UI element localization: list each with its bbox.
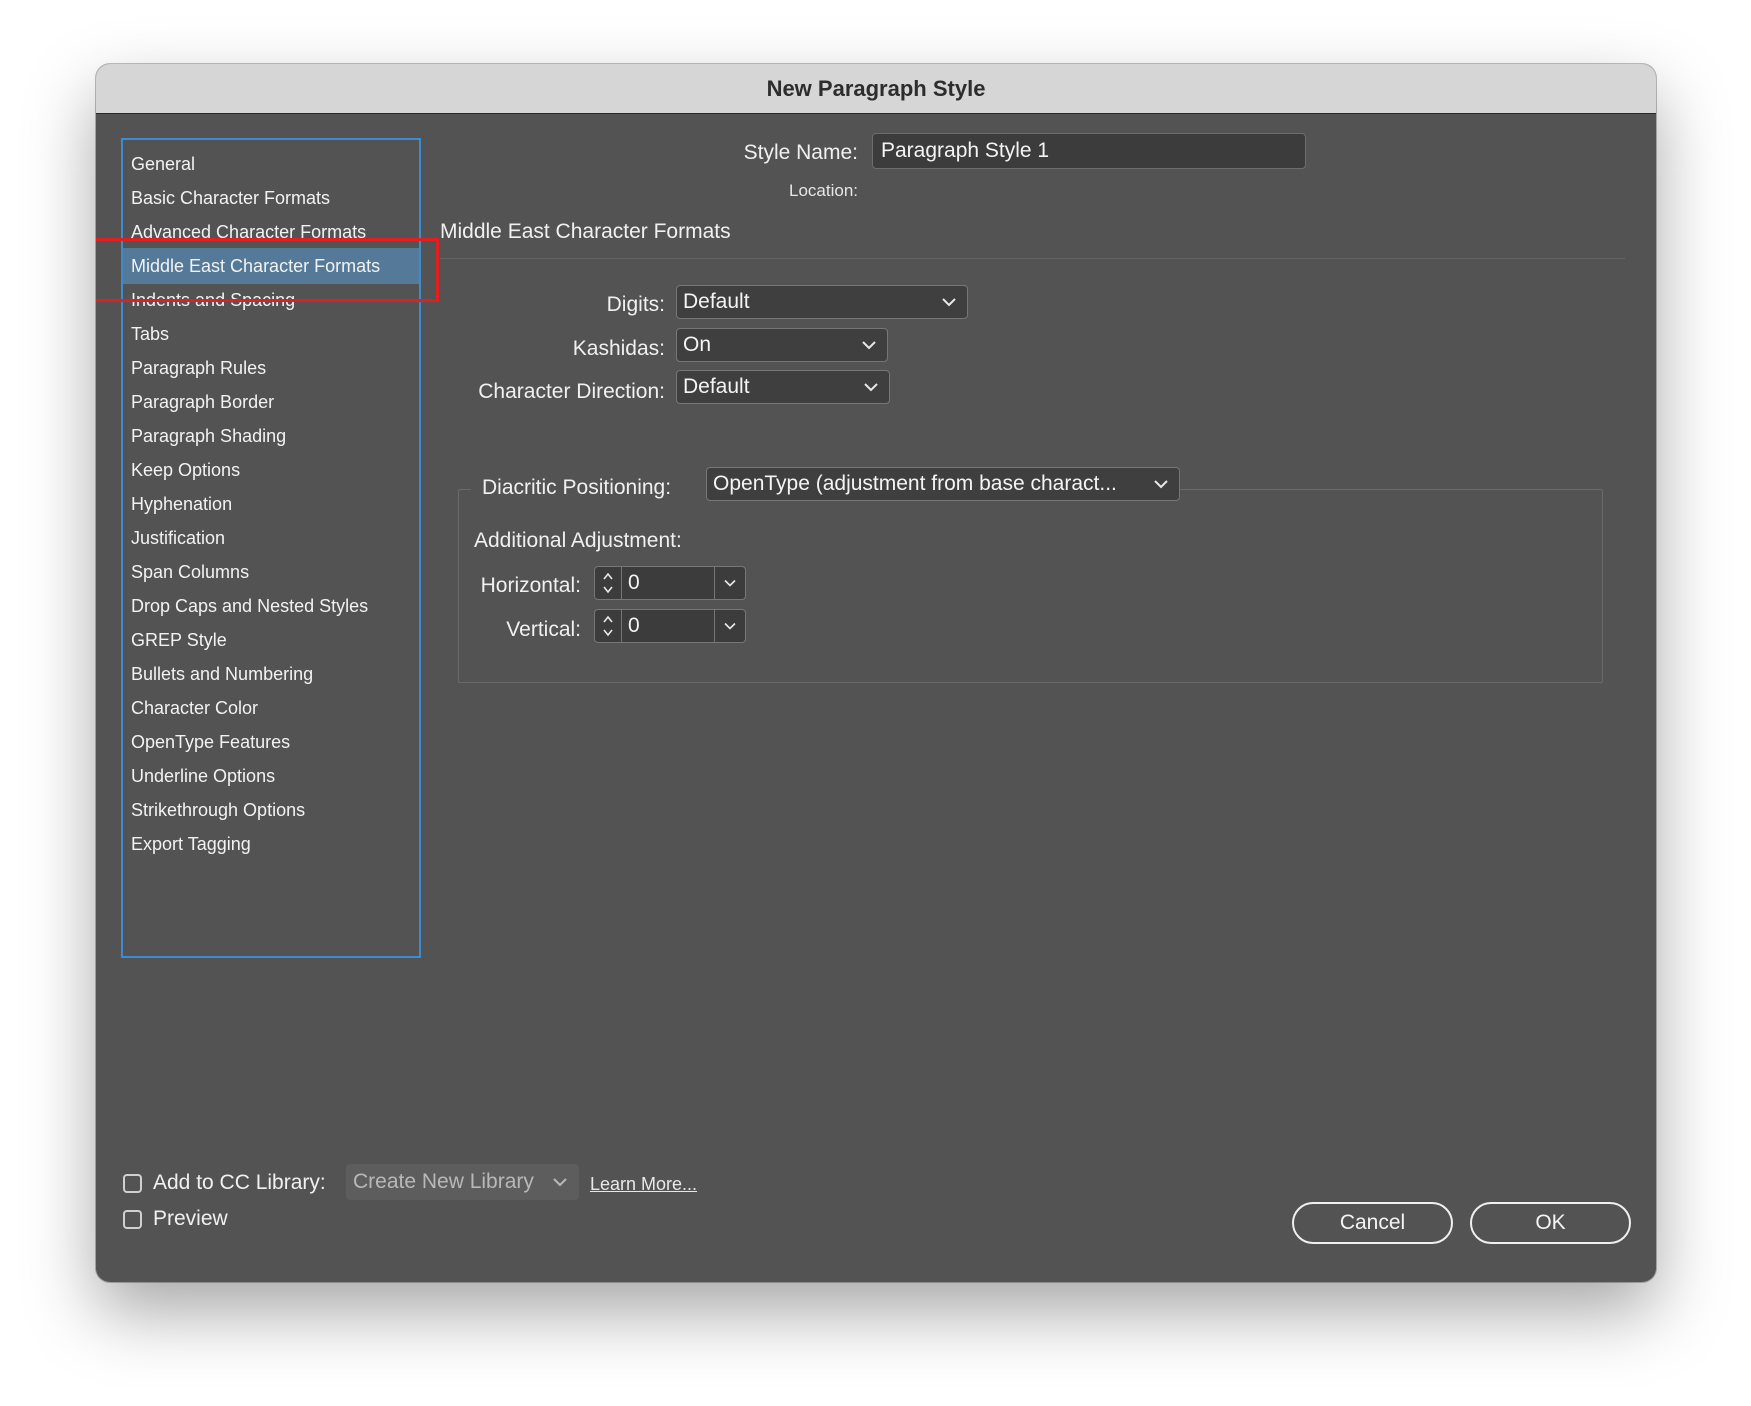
digits-dropdown[interactable]: Default (676, 285, 968, 319)
sidebar-item-grep-style[interactable]: GREP Style (123, 622, 419, 658)
stepper-arrows-icon[interactable] (595, 567, 622, 599)
kashidas-value: On (683, 333, 712, 356)
preview-label: Preview (153, 1207, 228, 1230)
diacritic-positioning-value: OpenType (adjustment from base charact..… (713, 472, 1117, 495)
location-label: Location: (789, 181, 858, 200)
sidebar-item-underline-options[interactable]: Underline Options (123, 758, 419, 794)
horizontal-value[interactable]: 0 (622, 567, 714, 599)
sidebar-item-general[interactable]: General (123, 146, 419, 182)
category-list: General Basic Character Formats Advanced… (121, 138, 421, 958)
sidebar-item-export-tagging[interactable]: Export Tagging (123, 826, 419, 862)
cancel-button[interactable]: Cancel (1292, 1202, 1453, 1244)
add-to-cc-library-checkbox[interactable] (123, 1174, 142, 1193)
sidebar-item-middle-east-character-formats[interactable]: Middle East Character Formats (123, 248, 419, 284)
chevron-down-icon (553, 1178, 567, 1187)
chevron-down-icon (1154, 480, 1168, 489)
preview-checkbox[interactable] (123, 1210, 142, 1229)
sidebar-item-justification[interactable]: Justification (123, 520, 419, 556)
sidebar-item-basic-character-formats[interactable]: Basic Character Formats (123, 180, 419, 216)
sidebar-item-opentype-features[interactable]: OpenType Features (123, 724, 419, 760)
section-title: Middle East Character Formats (440, 220, 731, 243)
sidebar-item-paragraph-border[interactable]: Paragraph Border (123, 384, 419, 420)
horizontal-label: Horizontal: (480, 574, 581, 597)
vertical-label: Vertical: (506, 618, 581, 641)
add-to-cc-library-label: Add to CC Library: (153, 1171, 326, 1194)
sidebar-item-drop-caps[interactable]: Drop Caps and Nested Styles (123, 588, 419, 624)
sidebar-item-keep-options[interactable]: Keep Options (123, 452, 419, 488)
sidebar-item-strikethrough-options[interactable]: Strikethrough Options (123, 792, 419, 828)
sidebar-item-hyphenation[interactable]: Hyphenation (123, 486, 419, 522)
chevron-down-icon (864, 383, 878, 392)
diacritic-positioning-dropdown[interactable]: OpenType (adjustment from base charact..… (706, 467, 1180, 501)
dialog-title: New Paragraph Style (96, 64, 1656, 114)
cc-library-dropdown[interactable]: Create New Library (346, 1164, 579, 1200)
dialog-window: New Paragraph Style General Basic Charac… (96, 64, 1656, 1282)
character-direction-value: Default (683, 375, 750, 398)
ok-button[interactable]: OK (1470, 1202, 1631, 1244)
kashidas-label: Kashidas: (572, 337, 665, 360)
kashidas-dropdown[interactable]: On (676, 328, 888, 362)
sidebar-item-indents-and-spacing[interactable]: Indents and Spacing (123, 282, 419, 318)
sidebar-item-advanced-character-formats[interactable]: Advanced Character Formats (123, 214, 419, 250)
chevron-down-icon (942, 298, 956, 307)
vertical-stepper[interactable]: 0 (594, 609, 746, 643)
vertical-value[interactable]: 0 (622, 610, 714, 642)
cc-library-value: Create New Library (353, 1170, 534, 1193)
chevron-down-icon (862, 341, 876, 350)
stepper-arrows-icon[interactable] (595, 610, 622, 642)
character-direction-label: Character Direction: (478, 380, 665, 403)
horizontal-stepper[interactable]: 0 (594, 566, 746, 600)
sidebar-item-span-columns[interactable]: Span Columns (123, 554, 419, 590)
style-name-input[interactable]: Paragraph Style 1 (872, 133, 1306, 169)
character-direction-dropdown[interactable]: Default (676, 370, 890, 404)
sidebar-item-tabs[interactable]: Tabs (123, 316, 419, 352)
digits-value: Default (683, 290, 750, 313)
additional-adjustment-label: Additional Adjustment: (474, 529, 682, 552)
sidebar-item-paragraph-shading[interactable]: Paragraph Shading (123, 418, 419, 454)
sidebar-item-character-color[interactable]: Character Color (123, 690, 419, 726)
style-name-label: Style Name: (743, 141, 858, 164)
sidebar-item-bullets-and-numbering[interactable]: Bullets and Numbering (123, 656, 419, 692)
chevron-down-icon[interactable] (714, 610, 745, 642)
chevron-down-icon[interactable] (714, 567, 745, 599)
digits-label: Digits: (606, 293, 665, 316)
sidebar-item-paragraph-rules[interactable]: Paragraph Rules (123, 350, 419, 386)
learn-more-link[interactable]: Learn More... (590, 1174, 697, 1195)
section-divider (440, 258, 1625, 259)
diacritic-positioning-label: Diacritic Positioning: (482, 476, 672, 499)
